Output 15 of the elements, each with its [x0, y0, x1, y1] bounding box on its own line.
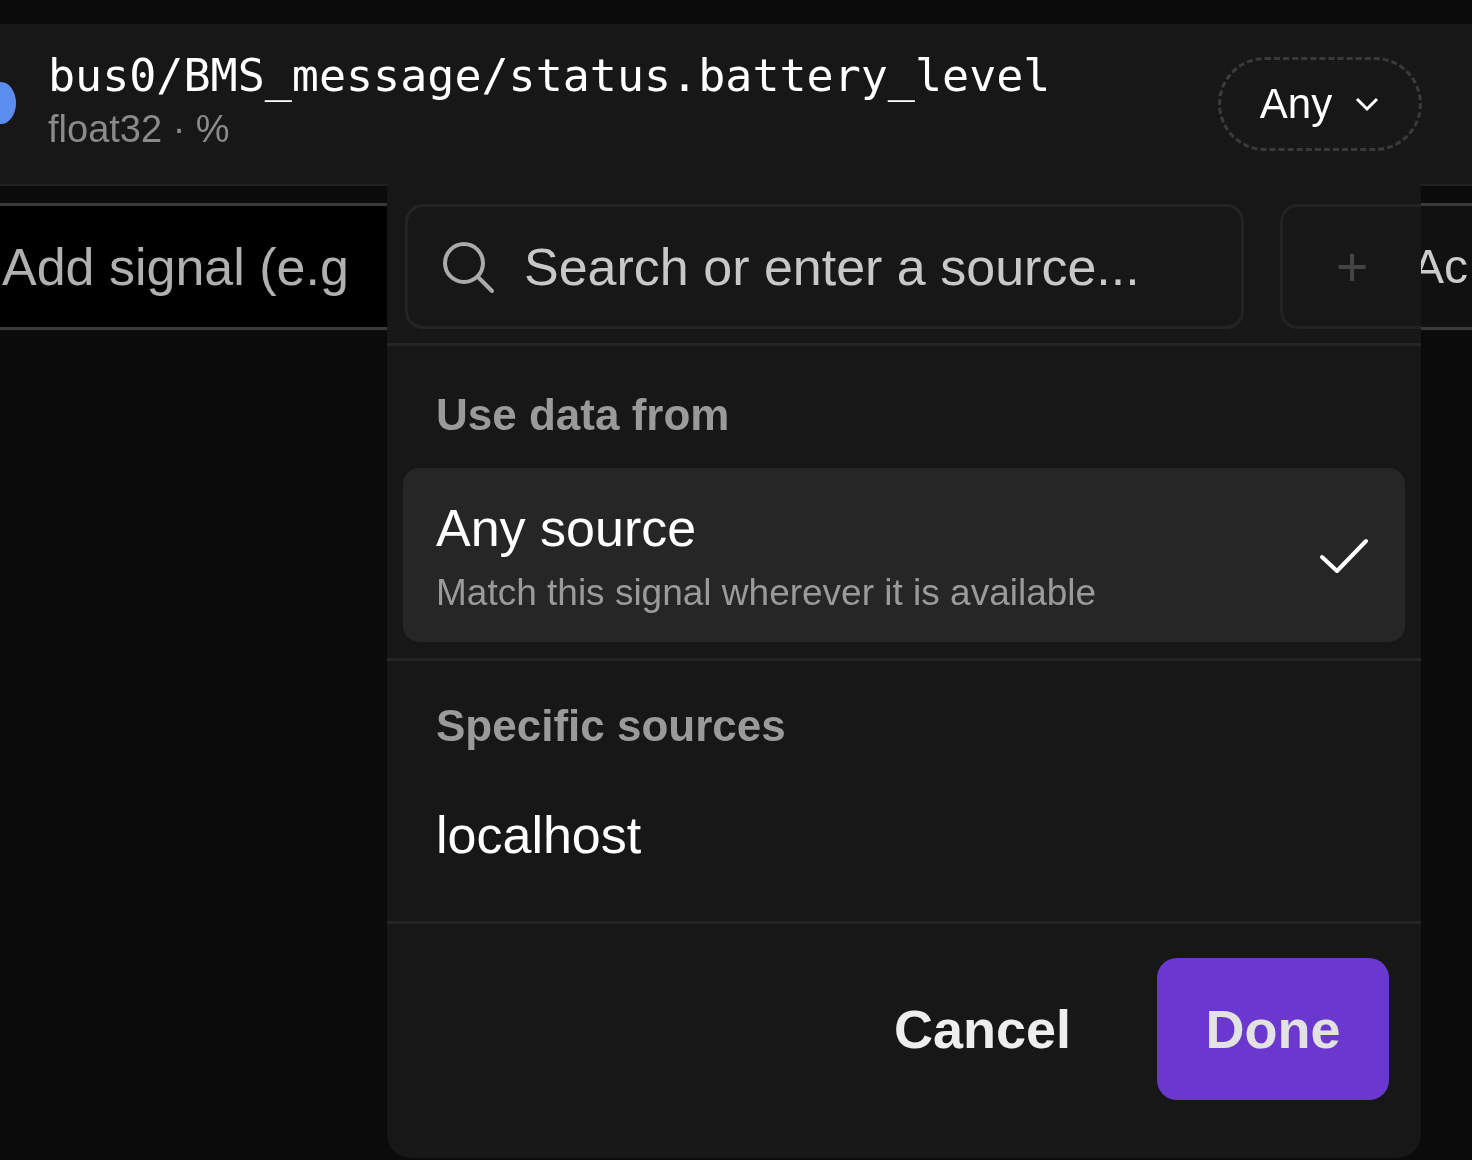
search-input[interactable]: Search or enter a source... [522, 235, 1241, 298]
signal-type: float32 · % [48, 108, 231, 151]
cancel-button[interactable]: Cancel [887, 997, 1077, 1061]
chevron-down-icon [1354, 96, 1381, 112]
done-button[interactable]: Done [1157, 958, 1389, 1100]
source-dropdown[interactable]: Any [1218, 57, 1422, 151]
source-option[interactable]: localhost [403, 779, 1405, 905]
signal-path: bus0/BMS_message/status.battery_level [48, 49, 1052, 102]
section-title: Use data from [435, 390, 731, 441]
source-option[interactable]: Any source Match this signal wherever it is available [403, 468, 1405, 642]
option-label: Any source [436, 498, 698, 558]
section-title: Specific sources [435, 701, 787, 752]
option-description: Match this signal wherever it is available [436, 572, 1098, 614]
check-icon [1319, 536, 1369, 576]
search-field[interactable]: Search or enter a source... [405, 204, 1244, 329]
